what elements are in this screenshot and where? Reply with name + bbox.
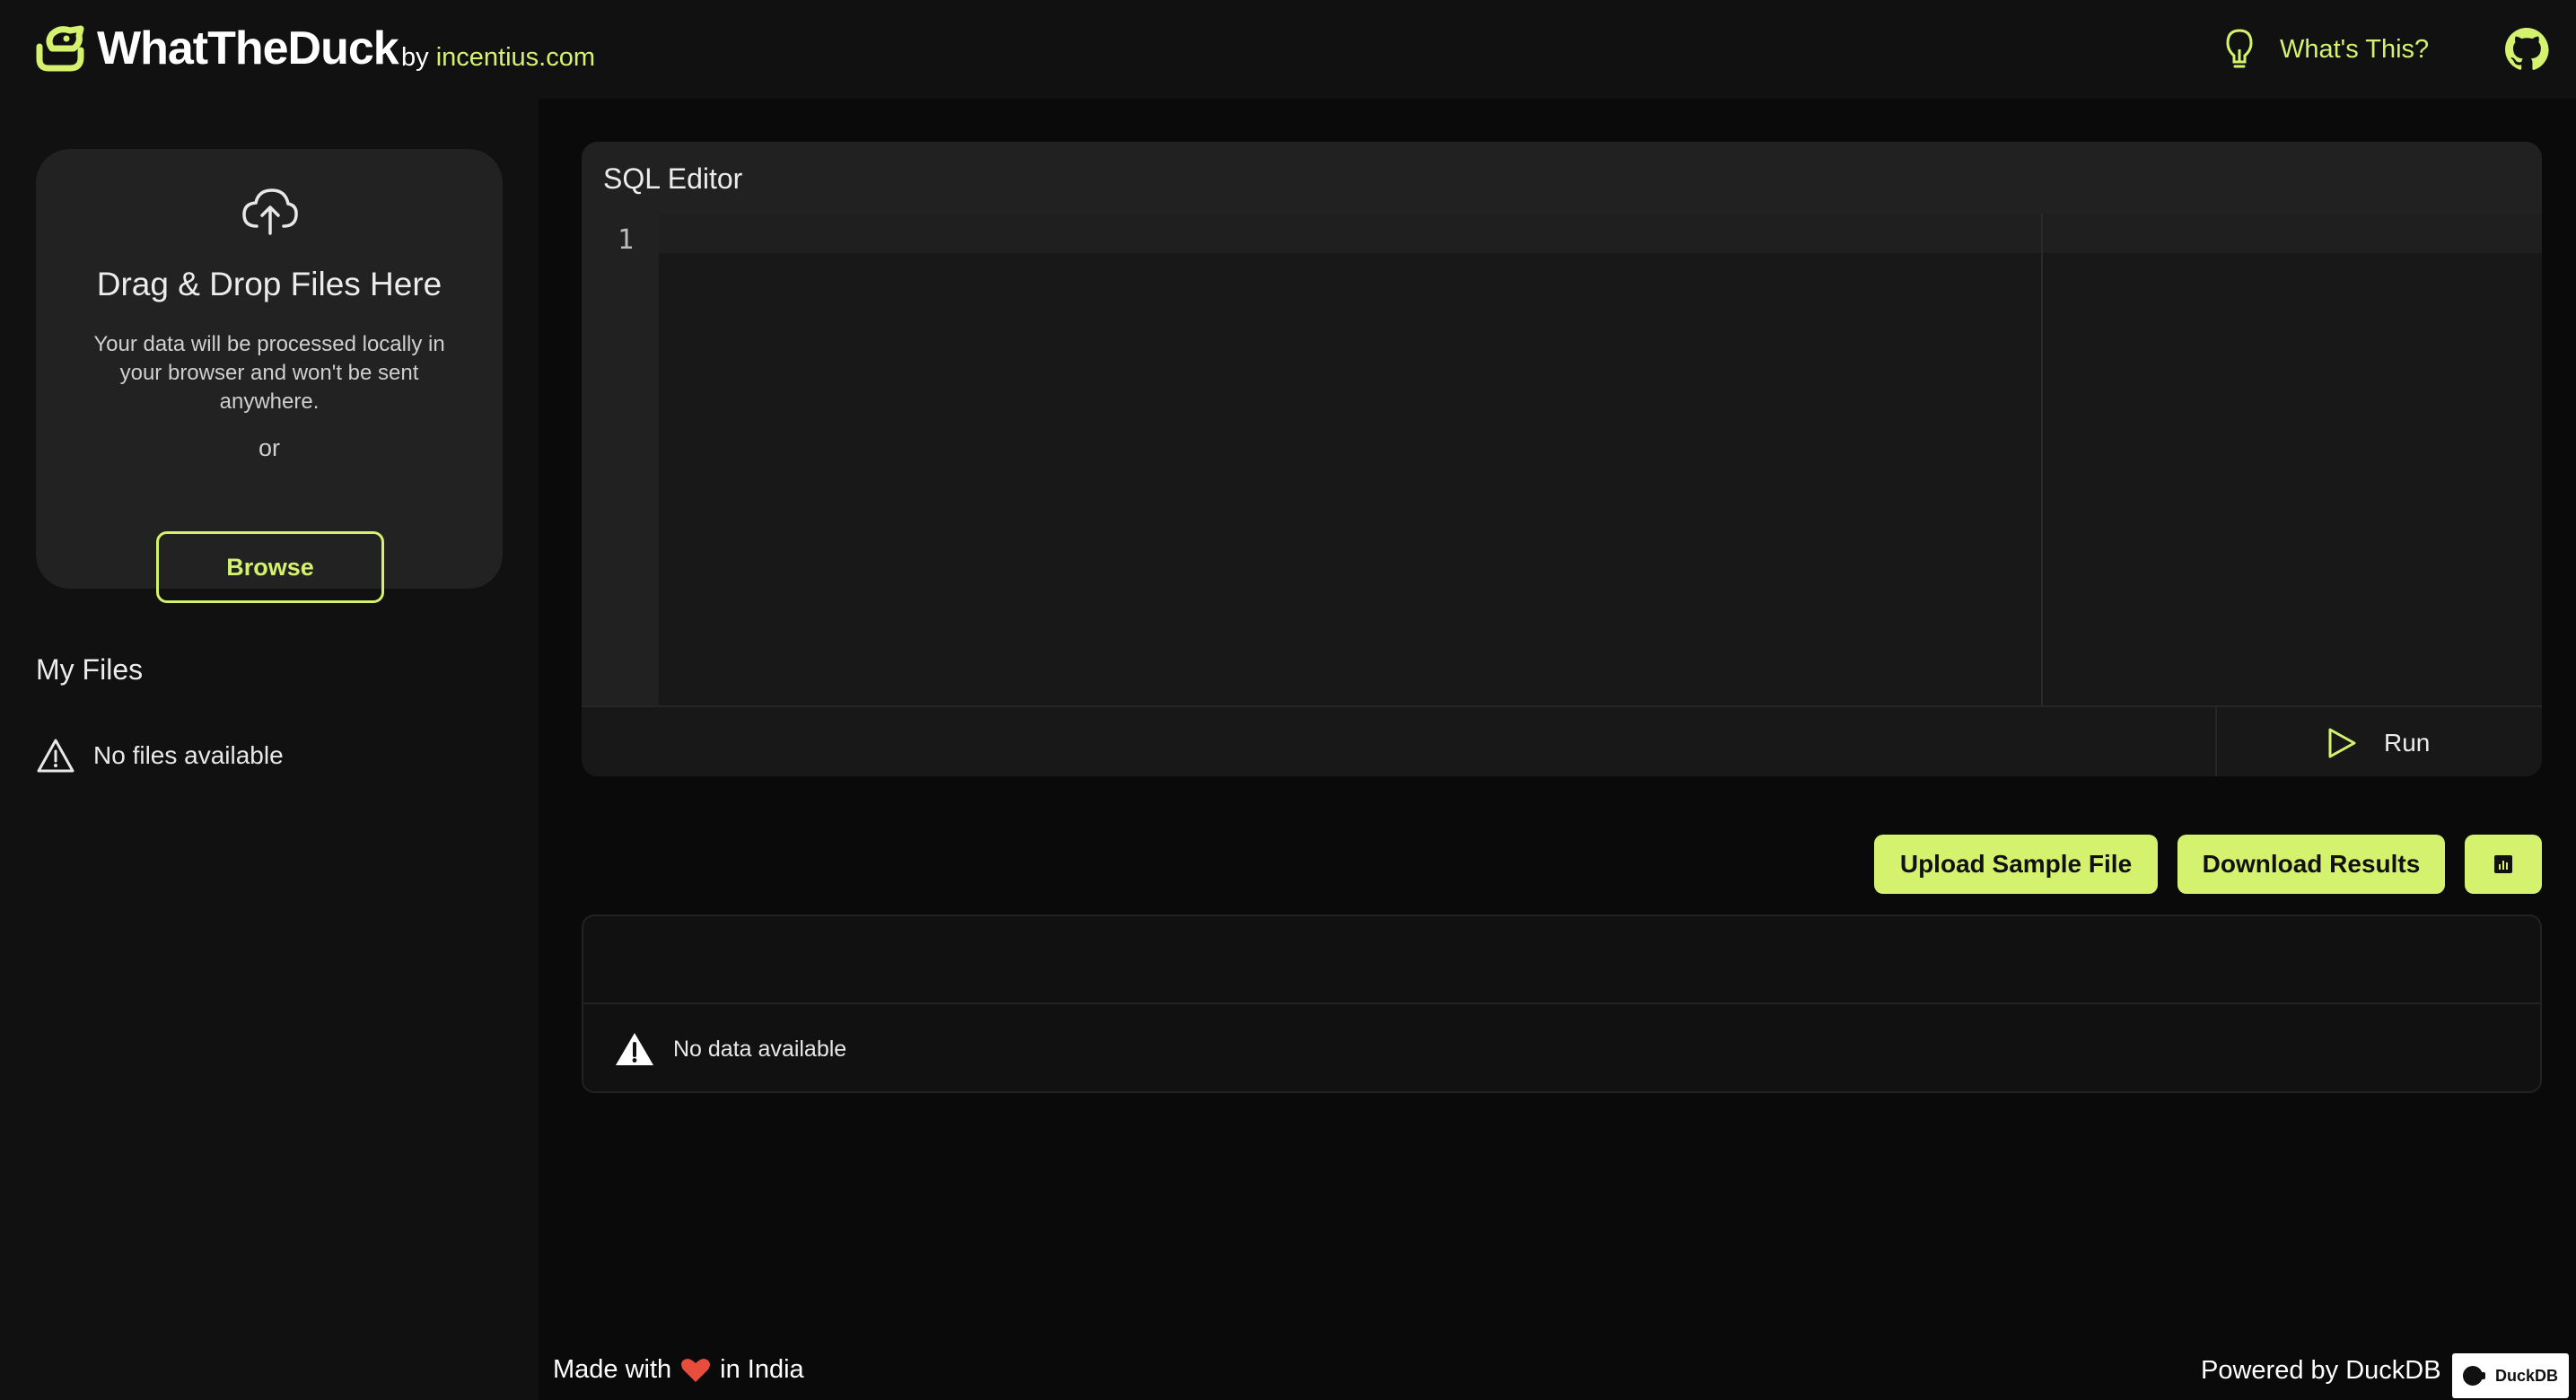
line-number: 1: [618, 224, 635, 256]
no-files-message: No files available: [36, 738, 284, 774]
made-with-suffix: in India: [720, 1355, 804, 1384]
sql-editor-panel: SQL Editor 1 Run: [582, 142, 2542, 776]
github-icon[interactable]: [2504, 27, 2549, 72]
editor-footer: Run: [582, 705, 2542, 776]
duck-logo-icon[interactable]: [34, 23, 86, 72]
my-files-title: My Files: [36, 653, 144, 686]
heart-icon: [681, 1358, 711, 1382]
made-with-prefix: Made with: [553, 1355, 672, 1384]
duckdb-badge[interactable]: DuckDB: [2452, 1353, 2569, 1398]
run-divider: [2215, 707, 2217, 776]
drop-zone-title: Drag & Drop Files Here: [96, 266, 442, 302]
file-drop-zone[interactable]: Drag & Drop Files Here Your data will be…: [36, 149, 503, 603]
drop-zone-description: Your data will be processed locally in y…: [93, 332, 445, 414]
sql-code-input[interactable]: [659, 214, 2542, 707]
play-icon: [2328, 728, 2356, 758]
bar-chart-icon: [2494, 855, 2512, 873]
print-margin: [2041, 214, 2043, 707]
sql-editor-title: SQL Editor: [582, 142, 2542, 214]
results-header: [583, 916, 2540, 1004]
app-header: WhatTheDuck by incentius.com What's This…: [0, 0, 2576, 99]
drop-zone-or: or: [258, 434, 280, 461]
no-files-label: No files available: [93, 741, 284, 769]
run-label: Run: [2384, 729, 2431, 757]
incentius-link[interactable]: incentius.com: [436, 43, 595, 72]
lightbulb-icon: [2226, 29, 2253, 68]
logo-wordmark[interactable]: WhatTheDuck: [97, 22, 399, 75]
browse-button[interactable]: Browse: [156, 531, 384, 603]
byline-prefix: by: [401, 43, 429, 72]
warning-filled-icon: [616, 1033, 653, 1065]
whats-this-label: What's This?: [2280, 34, 2430, 64]
active-line-highlight: [659, 214, 2542, 253]
duckdb-logo-icon: [2462, 1366, 2485, 1386]
duckdb-badge-label: DuckDB: [2494, 1366, 2558, 1385]
download-results-button[interactable]: Download Results: [2177, 835, 2445, 894]
results-table: No data available: [582, 914, 2542, 1093]
cloud-upload-icon: [242, 188, 298, 235]
chart-button[interactable]: [2465, 835, 2542, 894]
upload-sample-file-button[interactable]: Upload Sample File: [1874, 835, 2158, 894]
whats-this-link[interactable]: What's This?: [2224, 25, 2429, 74]
made-with-footer: Made with in India: [553, 1355, 804, 1385]
powered-by-text: Powered by DuckDB: [2201, 1356, 2441, 1385]
byline: by incentius.com: [401, 43, 595, 73]
run-button[interactable]: Run: [2326, 723, 2430, 763]
no-data-message: No data available: [614, 1031, 846, 1067]
warning-icon: [37, 739, 74, 773]
editor-gutter: 1: [582, 214, 659, 707]
no-data-label: No data available: [673, 1036, 847, 1062]
sidebar: Drag & Drop Files Here Your data will be…: [0, 99, 539, 1400]
